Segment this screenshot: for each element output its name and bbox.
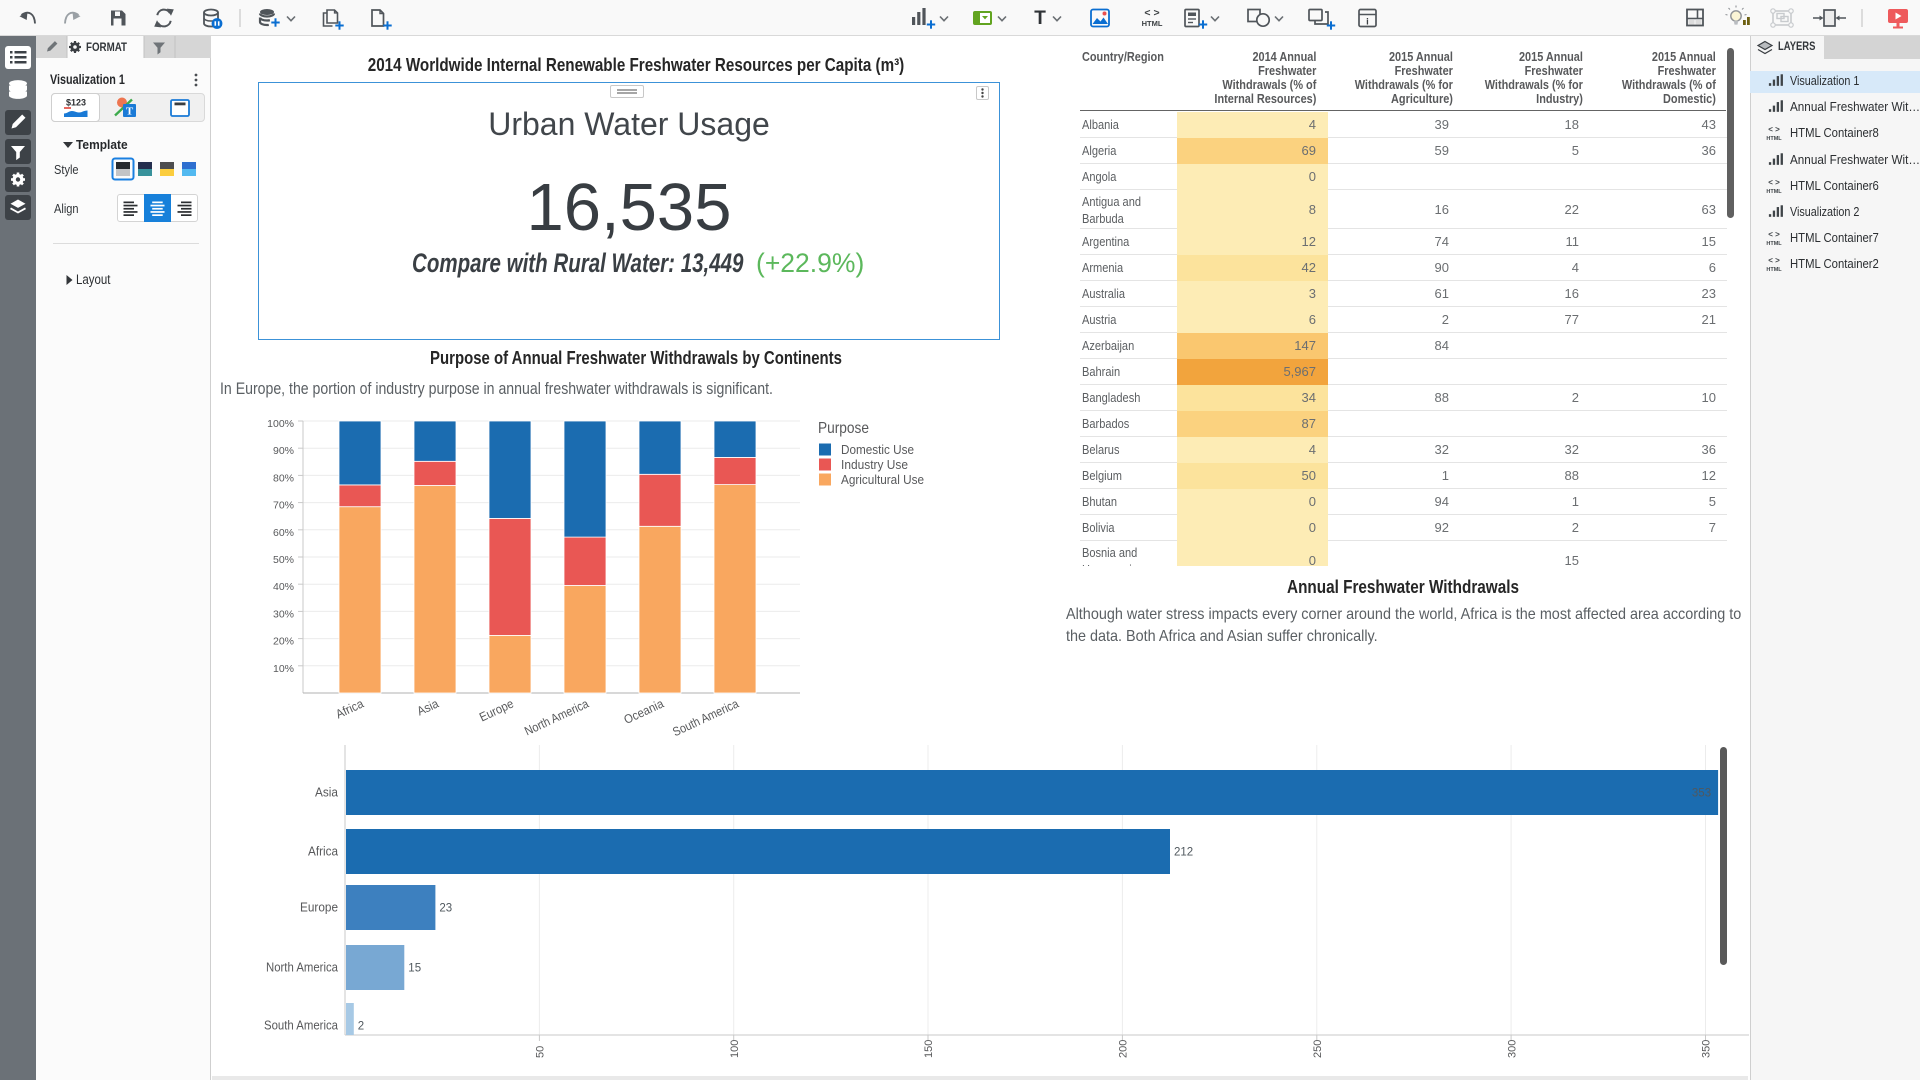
svg-text:60%: 60% [273, 527, 294, 539]
svg-text:50: 50 [535, 1046, 547, 1058]
svg-text:100: 100 [729, 1040, 741, 1058]
svg-text:30%: 30% [273, 608, 294, 620]
svg-text:Domestic Use: Domestic Use [841, 442, 914, 457]
svg-text:FORMAT: FORMAT [86, 42, 127, 54]
svg-text:212: 212 [1174, 847, 1193, 859]
svg-text:South America: South America [264, 1018, 339, 1033]
svg-text:10%: 10% [273, 663, 294, 675]
svg-text:15: 15 [408, 963, 421, 975]
svg-text:< >: < > [1768, 125, 1780, 134]
svg-text:300: 300 [1506, 1040, 1518, 1058]
svg-text:HTML: HTML [1142, 19, 1163, 28]
svg-text:Africa: Africa [334, 697, 366, 722]
svg-text:150: 150 [923, 1040, 935, 1058]
svg-text:North America: North America [522, 697, 590, 739]
svg-text:< >: < > [1768, 178, 1780, 187]
svg-text:HTML: HTML [1766, 267, 1782, 273]
svg-text:T: T [1034, 8, 1046, 29]
svg-text:Asia: Asia [315, 785, 339, 800]
svg-text:90%: 90% [273, 445, 294, 457]
svg-text:40%: 40% [273, 581, 294, 593]
svg-text:< >: < > [1768, 256, 1780, 265]
svg-text:80%: 80% [273, 472, 294, 484]
svg-text:South America: South America [671, 697, 741, 740]
svg-text:Europe: Europe [300, 900, 338, 915]
svg-text:50%: 50% [273, 554, 294, 566]
svg-text:< >: < > [1768, 230, 1780, 239]
svg-text:20%: 20% [273, 636, 294, 648]
svg-text:Europe: Europe [477, 697, 516, 725]
svg-text:353: 353 [1692, 788, 1711, 800]
svg-text:HTML: HTML [1766, 189, 1782, 195]
svg-text:< >: < > [1144, 7, 1159, 19]
svg-text:Asia: Asia [415, 697, 441, 719]
svg-text:North America: North America [266, 960, 339, 975]
svg-text:100%: 100% [267, 418, 294, 430]
svg-text:T: T [126, 106, 134, 118]
svg-text:i: i [1366, 17, 1369, 28]
svg-text:250: 250 [1312, 1040, 1324, 1058]
svg-text:Africa: Africa [308, 844, 339, 859]
svg-text:2: 2 [358, 1021, 364, 1033]
svg-text:HTML: HTML [1766, 241, 1782, 247]
svg-text:HTML: HTML [1766, 136, 1782, 142]
svg-text:200: 200 [1118, 1040, 1130, 1058]
svg-text:Agricultural Use: Agricultural Use [841, 472, 924, 487]
svg-text:23: 23 [439, 903, 452, 915]
svg-text:70%: 70% [273, 500, 294, 512]
svg-text:Industry Use: Industry Use [841, 457, 908, 472]
svg-text:Oceania: Oceania [622, 697, 666, 727]
svg-text:350: 350 [1701, 1040, 1713, 1058]
svg-text:$123: $123 [66, 98, 86, 108]
svg-text:Purpose: Purpose [818, 420, 869, 437]
